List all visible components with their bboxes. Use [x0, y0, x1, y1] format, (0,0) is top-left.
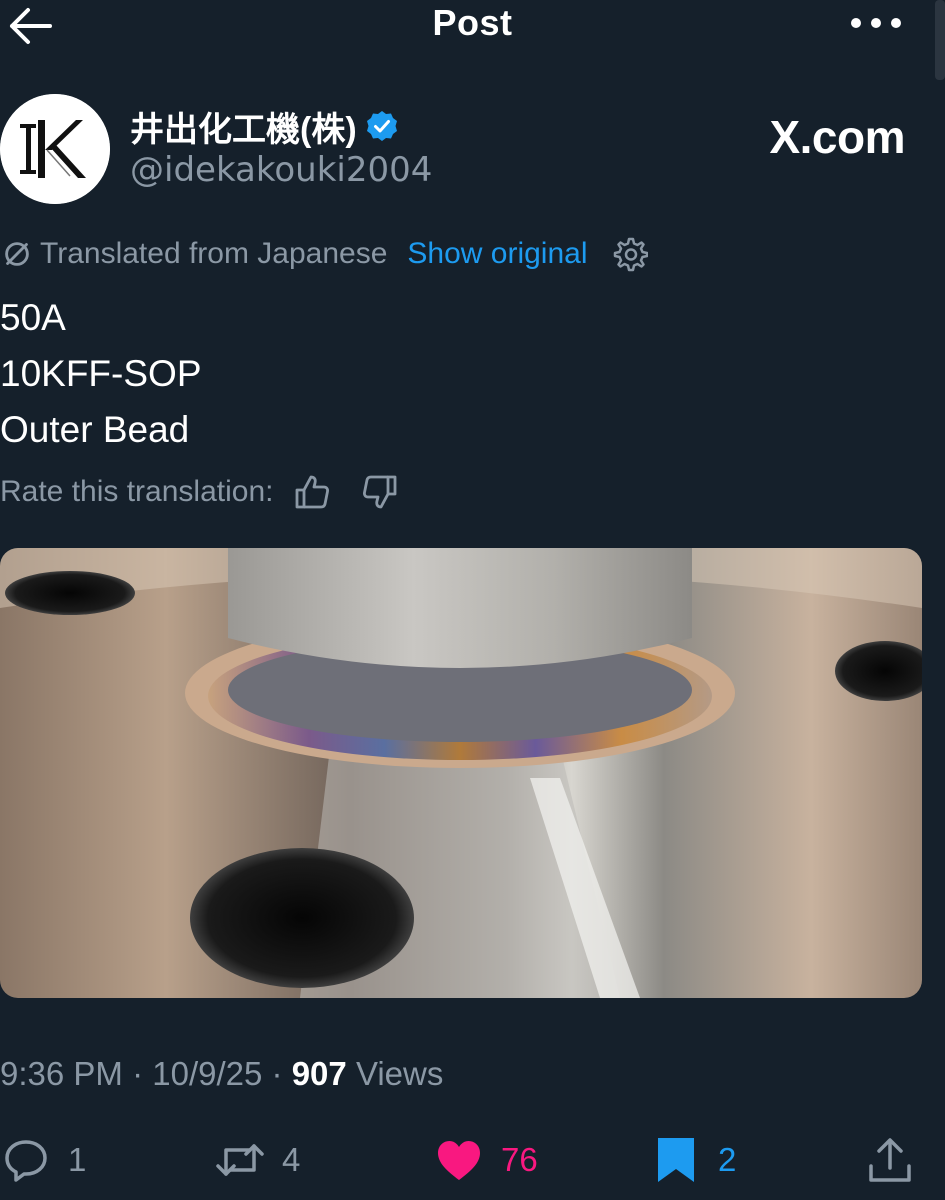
bookmark-count: 2: [718, 1141, 737, 1178]
share-button[interactable]: [866, 1130, 914, 1190]
heart-icon: [438, 1141, 480, 1180]
more-button[interactable]: [849, 12, 903, 34]
meta-separator: ·: [271, 1055, 283, 1092]
rate-translation-label: Rate this translation:: [0, 475, 274, 508]
top-bar: Post: [0, 0, 945, 80]
weld-photo: [0, 548, 922, 998]
like-count: 76: [501, 1141, 538, 1178]
views-count[interactable]: 907: [292, 1055, 347, 1092]
page-title: Post: [432, 2, 513, 43]
site-watermark: X.com: [769, 111, 905, 163]
translate-icon: [5, 242, 29, 266]
share-icon: [869, 1138, 911, 1182]
post-image[interactable]: [0, 548, 922, 998]
repost-icon: [216, 1144, 264, 1176]
show-original-link[interactable]: Show original: [407, 237, 587, 271]
action-bar: 1 4 76 2: [0, 1130, 945, 1190]
repost-count: 4: [282, 1141, 301, 1178]
post-meta: 9:36 PM · 10/9/25 · 907 Views: [0, 1055, 443, 1093]
post-time[interactable]: 9:36 PM: [0, 1055, 123, 1092]
more-horizontal-icon: [851, 18, 901, 28]
reply-button[interactable]: 1: [2, 1130, 86, 1190]
translation-notice: Translated from Japanese Show original: [0, 232, 648, 276]
translated-label: Translated from Japanese: [40, 237, 388, 270]
post-line: Outer Bead: [0, 409, 190, 450]
author-handle[interactable]: @idekakouki2004: [130, 150, 432, 190]
post-line: 10KFF-SOP: [0, 353, 202, 394]
avatar[interactable]: [0, 94, 110, 204]
repost-button[interactable]: 4: [216, 1130, 300, 1190]
scrollbar[interactable]: [935, 0, 945, 80]
reply-icon: [5, 1140, 47, 1182]
thumbs-up-icon[interactable]: [293, 473, 331, 511]
bookmark-icon: [658, 1138, 694, 1182]
rate-translation-row: Rate this translation:: [0, 470, 399, 514]
like-button[interactable]: 76: [435, 1130, 538, 1190]
author-display-name[interactable]: 井出化工機(株): [130, 102, 357, 151]
bookmark-button[interactable]: 2: [652, 1130, 736, 1190]
reply-count: 1: [68, 1141, 87, 1178]
thumbs-down-icon[interactable]: [361, 473, 399, 511]
post-text: 50A 10KFF-SOP Outer Bead: [0, 290, 202, 458]
verified-badge-icon: [366, 111, 397, 141]
post-date[interactable]: 10/9/25: [152, 1055, 262, 1092]
gear-icon[interactable]: [612, 236, 648, 272]
meta-separator: ·: [132, 1055, 144, 1092]
views-label: Views: [355, 1055, 444, 1092]
author-name-row[interactable]: 井出化工機(株): [130, 102, 399, 151]
avatar-logo: [0, 94, 110, 204]
post-line: 50A: [0, 297, 66, 338]
